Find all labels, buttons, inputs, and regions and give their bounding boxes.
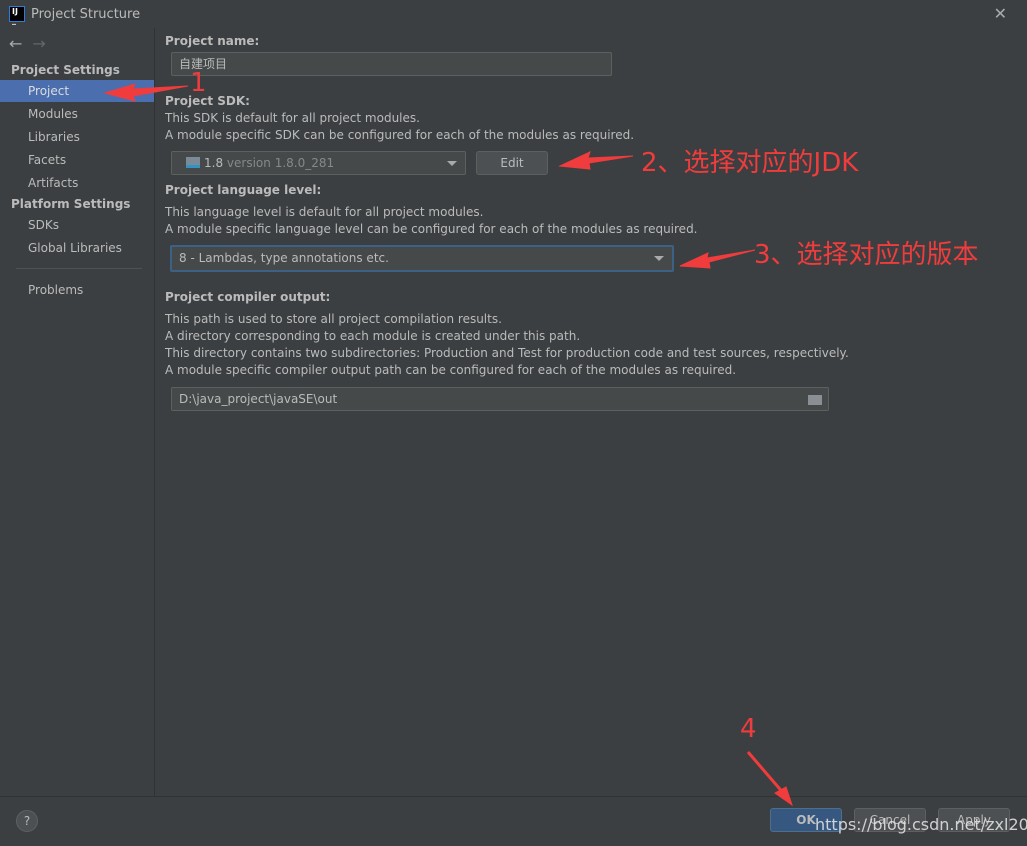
annotation-3: 3、选择对应的版本 xyxy=(754,240,979,270)
arrow-1 xyxy=(103,83,189,102)
arrow-2 xyxy=(558,151,634,170)
annotation-4: 4 xyxy=(740,714,757,744)
annotation-1: 1 xyxy=(190,68,207,98)
arrow-4 xyxy=(746,751,787,796)
annotation-arrows xyxy=(103,83,793,807)
arrow-3 xyxy=(679,249,756,269)
annotation-2: 2、选择对应的JDK xyxy=(641,148,859,178)
watermark: https://blog.csdn.net/zxl2029 xyxy=(815,815,1027,834)
